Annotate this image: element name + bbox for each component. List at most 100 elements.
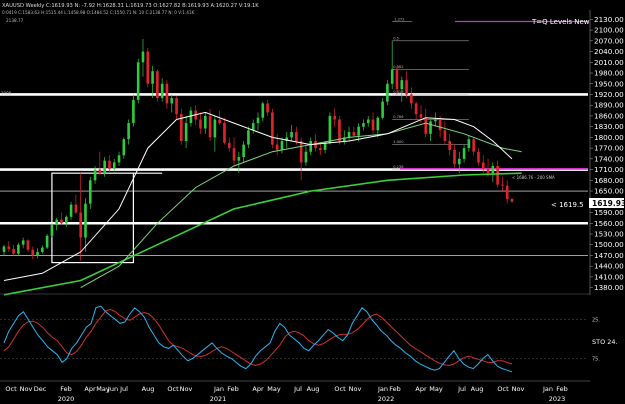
year-label: 2020 <box>58 395 75 403</box>
price-tick-label: 1980.00 <box>594 69 624 78</box>
ohlc-info-line: 0:0419 C:1583.63 H:1515.44 L:1458.98 O:1… <box>2 10 195 15</box>
time-tick-label: Oct <box>334 385 346 393</box>
candle-up <box>429 121 432 134</box>
price-tick-label: 1800.00 <box>594 133 624 142</box>
fib-level-label: 0.236 <box>393 165 404 169</box>
candle-down <box>338 119 341 141</box>
candle-down <box>352 132 356 136</box>
time-tick-label: Feb <box>389 385 401 393</box>
candle-up <box>309 140 313 152</box>
candle-down <box>31 249 35 256</box>
candle-up <box>290 132 293 138</box>
candle-down <box>395 69 399 90</box>
candle-down <box>472 139 475 152</box>
year-label: 2022 <box>378 395 395 403</box>
candle-down <box>223 123 226 143</box>
candle-up <box>213 119 217 138</box>
candle-down <box>60 219 63 224</box>
candle-up <box>64 216 68 224</box>
symbol-info-line: XAUUSD Weekly C:1619.93 N: -7.92 H:1628.… <box>2 3 259 9</box>
candle-up <box>17 244 20 254</box>
time-tick-label: Oct <box>5 385 17 393</box>
price-tick-label: 1410.00 <box>594 272 624 281</box>
candle-up <box>122 139 126 156</box>
time-tick-label: May <box>429 385 443 393</box>
price-tick-label: 1440.00 <box>594 262 624 271</box>
stochastic-label: STO 24. <box>592 338 618 346</box>
candle-up <box>366 119 370 124</box>
time-tick-label: Nov <box>512 385 525 393</box>
price-tick-label: 1590.00 <box>594 208 624 217</box>
candle-up <box>434 119 437 122</box>
candle-down <box>26 240 30 250</box>
time-tick-label: Apr <box>252 385 264 393</box>
price-tick-label: 1920.00 <box>594 90 624 99</box>
time-tick-label: Jan <box>542 385 553 393</box>
candle-up <box>103 160 106 174</box>
level-label: 2138.77 <box>6 18 24 23</box>
candle-down <box>477 151 480 163</box>
price-tick-label: 2070.00 <box>594 36 624 45</box>
time-tick-label: Aug <box>471 385 484 393</box>
candle-down <box>510 198 514 202</box>
price-tick-label: 1740.00 <box>594 154 624 163</box>
candle-up <box>357 126 360 136</box>
time-tick-label: Apr <box>415 385 427 393</box>
candle-down <box>266 103 269 113</box>
gold-weekly-chart: XAUUSD Weekly C:1619.93 N: -7.92 H:1628.… <box>0 0 625 404</box>
time-tick-label: Oct <box>167 385 179 393</box>
chart-title: T=Q Levels New <box>531 18 590 26</box>
time-tick-label: Nov <box>180 385 193 393</box>
time-tick-label: May <box>267 385 281 393</box>
candle-up <box>141 51 145 63</box>
candle-down <box>414 103 418 115</box>
price-tick-label: 1380.00 <box>594 283 624 292</box>
time-tick-label: Oct <box>497 385 509 393</box>
candle-up <box>347 132 351 138</box>
fib-level-label: 0.786 <box>393 115 404 119</box>
candle-up <box>457 158 461 165</box>
time-tick-label: Aug <box>307 385 320 393</box>
price-tick-label: 1680.00 <box>594 176 624 185</box>
year-label: 2021 <box>210 395 227 403</box>
time-tick-label: Feb <box>60 385 72 393</box>
candle-up <box>41 247 44 252</box>
candle-down <box>165 83 169 104</box>
candle-down <box>199 119 202 129</box>
price-tick-label: 1650.00 <box>594 187 624 196</box>
time-tick-label: Jul <box>457 385 466 393</box>
candle-down <box>333 115 336 120</box>
candle-up <box>184 123 188 141</box>
price-tick-label: 1530.00 <box>594 229 624 238</box>
fib-level-label: 1.000 <box>393 140 404 144</box>
candle-up <box>261 103 265 118</box>
fib-level-label: 0.5 <box>393 36 399 40</box>
candle-down <box>98 169 102 174</box>
time-tick-label: Nov <box>349 385 362 393</box>
candle-up <box>381 101 384 118</box>
time-tick-label: Aug <box>142 385 155 393</box>
price-tick-label: 1890.00 <box>594 101 624 110</box>
candle-up <box>467 139 471 149</box>
candle-up <box>400 80 404 90</box>
fib-level-label: 0.618 <box>393 90 404 94</box>
candle-up <box>304 151 308 163</box>
candle-up <box>237 157 241 161</box>
time-tick-label: Feb <box>556 385 568 393</box>
price-tick-label: 1830.00 <box>594 122 624 131</box>
candle-up <box>323 142 327 150</box>
candle-up <box>247 130 250 145</box>
candle-down <box>496 166 499 185</box>
candle-up <box>88 180 92 204</box>
time-tick-label: Jul <box>119 385 128 393</box>
price-tick-label: 1770.00 <box>594 144 624 153</box>
candle-up <box>36 251 39 256</box>
candle-down <box>481 162 485 169</box>
candle-up <box>50 225 54 236</box>
candle-down <box>227 142 231 149</box>
candle-down <box>438 119 442 131</box>
candle-down <box>405 80 408 95</box>
candle-up <box>376 117 380 131</box>
candle-down <box>12 249 15 254</box>
candle-up <box>93 169 97 181</box>
